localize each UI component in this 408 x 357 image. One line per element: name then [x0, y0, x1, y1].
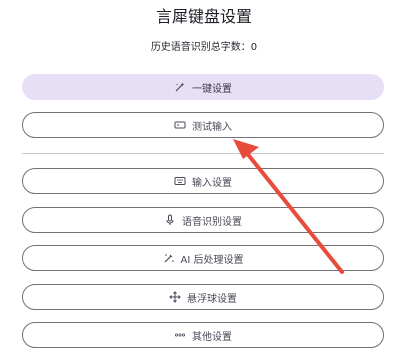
more-dots-icon	[174, 329, 186, 341]
page-title: 言犀键盘设置	[155, 7, 252, 26]
other-settings-button[interactable]: 其他设置	[22, 322, 384, 348]
input-settings-label: 输入设置	[192, 177, 232, 189]
test-input-button[interactable]: 测试输入	[22, 112, 384, 138]
input-settings-button[interactable]: 输入设置	[22, 168, 384, 194]
test-input-label: 测试输入	[192, 121, 232, 133]
section-divider	[22, 153, 384, 154]
keyboard-icon	[174, 175, 186, 187]
ai-post-processing-settings-label: AI 后处理设置	[180, 254, 244, 266]
floating-ball-settings-label: 悬浮球设置	[187, 293, 237, 305]
move-arrows-icon	[169, 291, 181, 303]
voice-recognition-settings-button[interactable]: 语音识别设置	[22, 207, 384, 233]
floating-ball-settings-button[interactable]: 悬浮球设置	[22, 284, 384, 310]
magic-wand-icon	[174, 81, 186, 93]
keyboard-box-icon	[174, 119, 186, 131]
microphone-icon	[164, 214, 176, 226]
one-key-setup-button[interactable]: 一键设置	[22, 74, 384, 100]
other-settings-label: 其他设置	[192, 331, 232, 343]
sparkle-wand-icon	[163, 252, 175, 264]
ai-post-processing-settings-button[interactable]: AI 后处理设置	[22, 245, 384, 271]
voice-recognition-settings-label: 语音识别设置	[182, 216, 242, 228]
one-key-setup-label: 一键设置	[192, 83, 232, 95]
history-word-count: 历史语音识别总字数：0	[150, 42, 258, 53]
